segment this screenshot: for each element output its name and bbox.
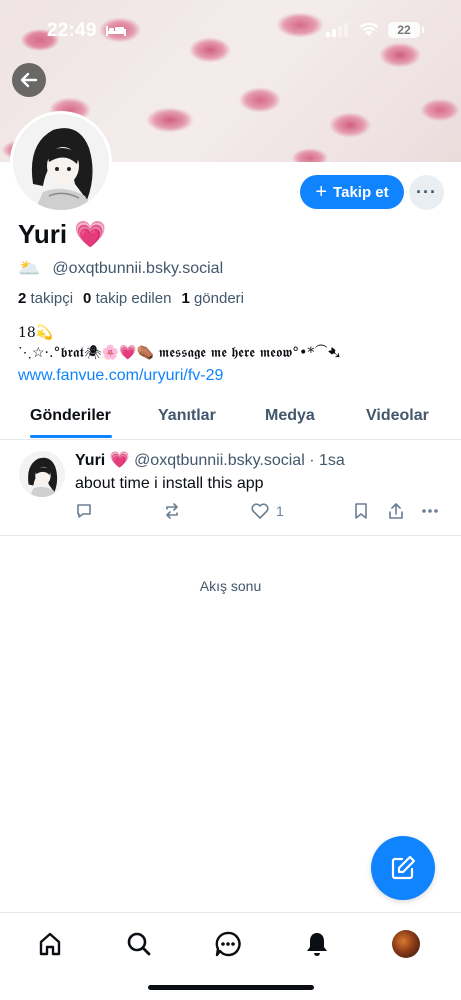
repost-button[interactable] [163,502,181,520]
follow-button-label: Takip et [333,183,389,201]
tab-replies[interactable]: Yanıtlar [158,407,216,425]
home-icon [39,932,61,956]
bio-link[interactable]: www.fanvue.com/uryuri/fv-29 [18,367,223,385]
reply-button[interactable] [75,502,93,520]
bookmark-icon [355,503,367,519]
bed-icon [106,26,126,36]
nav-home[interactable] [33,927,67,961]
search-icon [127,932,151,956]
follow-button[interactable]: + Takip et [300,175,404,209]
compose-icon [391,855,416,880]
followers-stat[interactable]: 2 takipçi [18,290,73,307]
tab-media[interactable]: Medya [265,407,315,425]
share-button[interactable] [387,502,405,520]
nav-profile[interactable] [389,927,423,961]
tab-videos[interactable]: Videolar [366,407,429,425]
feed-end-label: Akış sonu [199,578,262,594]
post-actions: 1 [75,502,445,524]
following-stat[interactable]: 0 takip edilen [83,290,171,307]
home-indicator[interactable] [148,985,314,990]
bio-line-2: ⋱☆·.°𝖇𝖗𝖆𝖙🕷🌸💗⚰️ 𝖒𝖊𝖘𝖘𝖆𝖌𝖊 𝖒𝖊 𝖍𝖊𝖗𝖊 𝖒𝖊𝖔𝖜°•*⁀➷ [18,345,341,361]
post-avatar[interactable] [19,451,65,497]
profile-more-button[interactable]: ··· [409,175,444,210]
chat-icon [215,931,241,957]
display-name: Yuri 💗 [18,219,107,249]
arrow-left-icon [20,72,38,88]
bell-icon [307,933,327,956]
signal-icon [326,23,348,37]
bookmark-button[interactable] [353,502,369,520]
post-header: Yuri 💗 @oxqtbunnii.bsky.social · 1sa [75,450,345,470]
profile-avatar[interactable] [10,111,112,213]
profile-stats: 2 takipçi 0 takip edilen 1 gönderi [18,290,244,307]
post-more-button[interactable] [421,502,439,520]
profile-avatar-icon [392,930,420,958]
profile-handle: @oxqtbunnii.bsky.social [52,259,224,277]
nav-chat[interactable] [211,927,245,961]
reply-icon [77,504,91,518]
post-text: about time i install this app [75,475,264,492]
feed-post[interactable]: Yuri 💗 @oxqtbunnii.bsky.social · 1sa abo… [0,441,461,536]
status-time: 22:49 [47,20,97,41]
back-button[interactable] [12,63,46,97]
share-icon [389,503,403,519]
post-handle: @oxqtbunnii.bsky.social [134,452,305,469]
profile-tabs: Gönderiler Yanıtlar Medya Videolar [0,398,461,440]
nav-search[interactable] [122,927,156,961]
plus-icon: + [315,181,328,203]
more-icon [422,509,438,513]
repost-icon [166,503,178,519]
wifi-icon [359,22,379,36]
post-time: · 1sa [309,452,345,469]
battery-icon: 22 [388,22,424,38]
sun-cloud-icon: 🌥️ [18,258,41,278]
status-bar: 22:49 22 [0,0,461,60]
avatar-image [13,114,109,210]
like-button[interactable]: 1 [250,502,284,520]
heart-icon [251,503,269,519]
tab-posts[interactable]: Gönderiler [30,407,111,425]
like-count: 1 [276,503,284,519]
posts-stat: 1 gönderi [181,290,245,307]
post-author[interactable]: Yuri 💗 [75,452,130,469]
handle-row: 🌥️ @oxqtbunnii.bsky.social [18,258,223,279]
profile-bio: 18💫 ⋱☆·.°𝖇𝖗𝖆𝖙🕷🌸💗⚰️ 𝖒𝖊𝖘𝖘𝖆𝖌𝖊 𝖒𝖊 𝖍𝖊𝖗𝖊 𝖒𝖊𝖔𝖜°… [18,323,340,363]
active-tab-indicator [30,435,112,438]
compose-button[interactable] [371,836,435,900]
bio-line-1: 18💫 [18,325,54,341]
nav-notifications[interactable] [300,927,334,961]
